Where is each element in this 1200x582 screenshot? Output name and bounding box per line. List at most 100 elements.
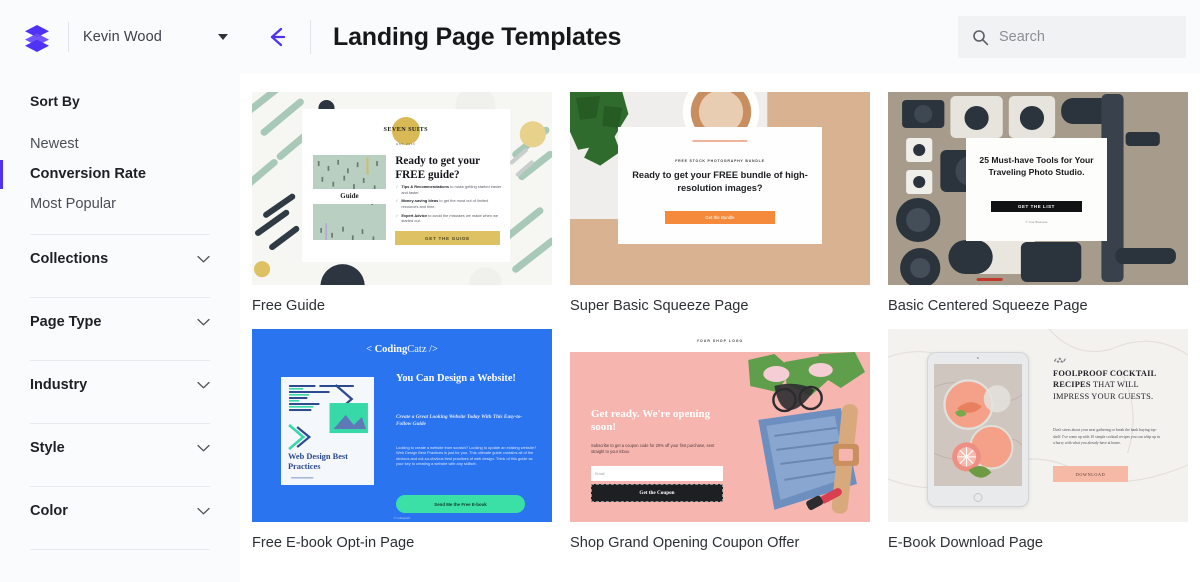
preview-footer: © Your Business: [1025, 220, 1048, 225]
stacked-layers-logo-icon[interactable]: [22, 22, 52, 52]
preview-footer: © CodingCatz: [393, 517, 411, 521]
brand-light: Catz: [407, 344, 427, 356]
sort-option-label: Most Popular: [30, 196, 116, 212]
preview-cta-button: Send Me the Free E-book: [396, 494, 525, 514]
brand-post: />: [426, 344, 438, 356]
template-thumbnail: ⸙⁂⸙ FOOLPROOF COCKTAIL RECIPES THAT WILL…: [888, 329, 1188, 522]
template-card-basic-centered-squeeze-page[interactable]: 25 Must-have Tools for Your Traveling Ph…: [888, 92, 1188, 315]
brand-pre: <: [366, 344, 375, 356]
template-grid-area: SEVEN SUITS EST. 2016 Guide Ready to get…: [240, 74, 1200, 582]
preview-paragraph: Subscribe to get a coupon code for 20% o…: [591, 442, 715, 455]
template-thumbnail: < CodingCatz /> Web Design Best Practice…: [252, 329, 552, 522]
preview-cta-button: DOWNLOAD: [1053, 466, 1128, 483]
chevron-down-icon: [197, 381, 210, 388]
preview-panel: SEVEN SUITS EST. 2016 Guide Ready to get…: [301, 109, 510, 262]
filter-group-collections[interactable]: Collections: [0, 235, 240, 282]
filter-label: Page Type: [30, 313, 102, 330]
ebook-cover-image: Web Design Best Practices: [280, 377, 374, 486]
template-card-free-guide[interactable]: SEVEN SUITS EST. 2016 Guide Ready to get…: [252, 92, 552, 315]
ebook-cover-title: Web Design Best Practices: [287, 452, 348, 471]
template-card-super-basic-squeeze-page[interactable]: FREE STOCK PHOTOGRAPHY BUNDLE Ready to g…: [570, 92, 870, 315]
chevron-down-icon: [197, 318, 210, 325]
filter-group-style[interactable]: Style: [0, 424, 240, 471]
bullet-lead: Tips & Recommendations: [401, 184, 450, 190]
template-card-title: E-Book Download Page: [888, 535, 1043, 551]
fashion-flatlay-photo: [714, 352, 870, 522]
bullet-lead: Money-saving Ideas: [401, 198, 439, 204]
filter-label: Industry: [30, 376, 88, 393]
preview-paragraph: Looking to create a website from scratch…: [396, 444, 537, 467]
chevron-down-icon: [197, 255, 210, 262]
guide-book-image: Guide: [312, 155, 386, 241]
filter-label: Collections: [30, 250, 109, 267]
bullet-item: ✓ Money-saving Ideas to get the most out…: [395, 198, 501, 209]
arrow-left-icon[interactable]: [264, 24, 290, 50]
preview-cta-button: Get the Coupon: [591, 484, 723, 502]
app-root: Kevin Wood Landing Page Templates Sort B: [0, 0, 1200, 582]
tablet-home-button: [973, 492, 983, 502]
filter-label: Color: [30, 502, 68, 519]
title-divider: [310, 20, 311, 54]
template-card-title: Basic Centered Squeeze Page: [888, 298, 1088, 314]
check-icon: ✓: [395, 198, 399, 204]
sort-option-newest[interactable]: Newest: [0, 129, 240, 159]
preview-subheadline: Create a Great Looking Website Today Wit…: [396, 413, 523, 428]
caret-down-icon[interactable]: [218, 34, 228, 40]
template-thumbnail: 25 Must-have Tools for Your Traveling Ph…: [888, 92, 1188, 285]
top-header: Kevin Wood Landing Page Templates: [0, 0, 1200, 74]
template-card-free-ebook-optin-page[interactable]: < CodingCatz /> Web Design Best Practice…: [252, 329, 552, 552]
tablet-mockup: [927, 352, 1029, 507]
template-logo-sub: EST. 2016: [396, 142, 416, 147]
template-thumbnail: YOUR SHOP LOGO Get ready. We're opening …: [570, 329, 870, 522]
preview-cta-button: GET THE GUIDE: [395, 231, 500, 246]
book-band-label: Guide: [312, 189, 386, 204]
sort-by-heading: Sort By: [30, 93, 80, 109]
chevron-down-icon: [197, 444, 210, 451]
preview-headline: 25 Must-have Tools for Your Traveling Ph…: [979, 154, 1094, 178]
filter-sidebar: Sort By Newest Conversion Rate Most Popu…: [0, 74, 240, 582]
template-card-title: Shop Grand Opening Coupon Offer: [570, 535, 800, 551]
preview-cta-button: Get the Bundle: [664, 211, 776, 225]
shop-logo-text: YOUR SHOP LOGO: [696, 338, 744, 343]
sidebar-divider: [30, 549, 210, 550]
preview-headline: Ready to get your FREE guide?: [395, 155, 480, 181]
accent-rule: [692, 139, 748, 143]
preview-bullet-list: ✓ Tips & Recommendations to make getting…: [395, 184, 501, 227]
brand-bold: Coding: [374, 344, 408, 356]
preview-headline: Get ready. We're opening soon!: [591, 408, 711, 434]
preview-panel: FREE STOCK PHOTOGRAPHY BUNDLE Ready to g…: [618, 126, 822, 245]
account-name[interactable]: Kevin Wood: [83, 29, 162, 45]
preview-panel: 25 Must-have Tools for Your Traveling Ph…: [966, 138, 1107, 241]
template-card-title: Free E-book Opt-in Page: [252, 535, 415, 551]
brand-zone: Kevin Wood: [0, 0, 240, 74]
search-box[interactable]: [958, 16, 1186, 58]
preview-headline: Ready to get your FREE bundle of high-re…: [632, 170, 808, 193]
template-card-shop-grand-opening-coupon-offer[interactable]: YOUR SHOP LOGO Get ready. We're opening …: [570, 329, 870, 552]
cocktail-photo: [934, 363, 1022, 486]
check-icon: ✓: [395, 184, 399, 190]
sort-option-conversion-rate[interactable]: Conversion Rate: [0, 159, 240, 189]
filter-group-page-type[interactable]: Page Type: [0, 298, 240, 345]
sort-option-label: Conversion Rate: [30, 166, 146, 182]
page-title: Landing Page Templates: [333, 22, 622, 51]
search-input[interactable]: [999, 29, 1172, 45]
preview-headline: You Can Design a Website!: [396, 373, 516, 385]
sort-option-label: Newest: [30, 136, 79, 152]
template-thumbnail: FREE STOCK PHOTOGRAPHY BUNDLE Ready to g…: [570, 92, 870, 285]
chevron-down-icon: [197, 507, 210, 514]
template-card-ebook-download-page[interactable]: ⸙⁂⸙ FOOLPROOF COCKTAIL RECIPES THAT WILL…: [888, 329, 1188, 552]
preview-brand: < CodingCatz />: [366, 344, 438, 355]
ornament-icon: ⸙⁂⸙: [1053, 358, 1067, 365]
check-icon: ✓: [395, 212, 399, 218]
filter-label: Style: [30, 439, 65, 456]
filter-group-industry[interactable]: Industry: [0, 361, 240, 408]
sort-option-most-popular[interactable]: Most Popular: [0, 189, 240, 219]
title-zone: Landing Page Templates: [240, 0, 1200, 74]
brand-divider: [68, 22, 69, 52]
bullet-lead: Expert Advice: [401, 212, 428, 218]
bullet-item: ✓ Tips & Recommendations to make getting…: [395, 184, 501, 195]
preview-headline: FOOLPROOF COCKTAIL RECIPES THAT WILL IMP…: [1053, 368, 1167, 403]
search-icon: [973, 29, 989, 45]
filter-group-color[interactable]: Color: [0, 487, 240, 534]
preview-cta-button: GET THE LIST: [989, 199, 1084, 213]
